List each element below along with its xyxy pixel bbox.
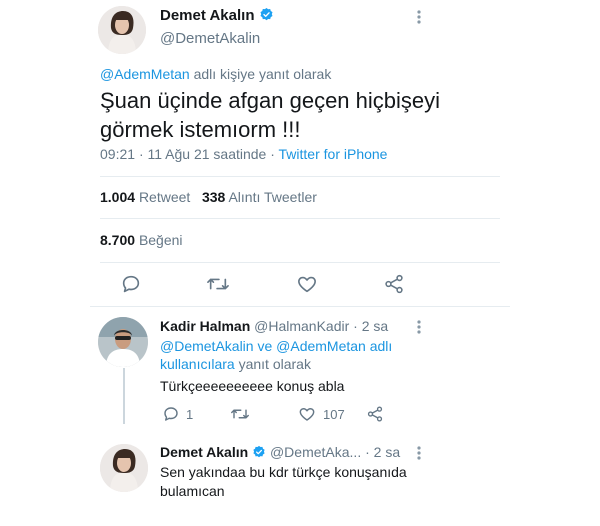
- tweet-source[interactable]: Twitter for iPhone: [279, 146, 388, 162]
- retweets-label: Retweet: [138, 189, 191, 205]
- reply-to-suffix: yanıt olarak: [238, 356, 311, 372]
- retweet-icon[interactable]: [206, 273, 230, 295]
- like-count: 107: [323, 407, 345, 422]
- like-icon[interactable]: [298, 405, 316, 423]
- reply-context: @DemetAkalin ve @AdemMetan adlı kullanıc…: [160, 337, 392, 373]
- share-icon[interactable]: [383, 273, 405, 295]
- more-icon[interactable]: [412, 8, 426, 26]
- tweet-text: Şuan üçinde afgan geçen hiçbişeyi görmek…: [100, 86, 440, 144]
- quotes-label: Alıntı Tweetler: [228, 189, 317, 205]
- reply-age[interactable]: · 2 sa: [353, 318, 388, 334]
- reply-icon[interactable]: [120, 273, 142, 295]
- verified-icon: [259, 7, 274, 26]
- likes-stat[interactable]: 8.700 Beğeni: [100, 232, 183, 248]
- more-icon[interactable]: [412, 318, 426, 336]
- tweet-meta: 09:21 · 11 Ağu 21 saatinde · Twitter for…: [100, 146, 387, 162]
- thread-line: [123, 368, 125, 424]
- share-icon[interactable]: [366, 405, 384, 423]
- avatar-image: [100, 444, 148, 492]
- reply-text: Sen yakındaa bu kdr türkçe konuşanıda bu…: [160, 463, 407, 501]
- reply-author-handle[interactable]: @DemetAka...: [270, 444, 361, 460]
- reply-icon[interactable]: [162, 405, 180, 423]
- verified-icon: [252, 445, 266, 462]
- likes-label: Beğeni: [138, 232, 183, 248]
- author-handle[interactable]: @DemetAkalin: [160, 30, 260, 47]
- avatar[interactable]: [98, 6, 146, 54]
- author-display-name[interactable]: Demet Akalın: [160, 7, 254, 24]
- tweet-text-line: görmek istemıorm !!!: [100, 117, 301, 142]
- reply-text: Türkçeeeeeeeeee konuş abla: [160, 378, 345, 394]
- retweets-stat[interactable]: 1.004 Retweet: [100, 189, 194, 205]
- retweet-icon[interactable]: [230, 405, 250, 423]
- reply-text-line: bulamıcan: [160, 483, 225, 499]
- divider: [100, 262, 500, 263]
- like-icon[interactable]: [296, 273, 318, 295]
- reply-header: Demet Akalın @DemetAka... · 2 sa: [160, 444, 400, 462]
- avatar[interactable]: [98, 317, 148, 367]
- quotes-count: 338: [201, 189, 226, 205]
- reply-author-handle[interactable]: @HalmanKadir: [254, 318, 349, 334]
- reply-author-name[interactable]: Kadir Halman: [160, 318, 250, 334]
- tweet-date[interactable]: · 11 Ağu 21 saatinde ·: [139, 146, 275, 162]
- reply-context: @AdemMetan adlı kişiye yanıt olarak: [100, 66, 331, 82]
- likes-count: 8.700: [100, 232, 136, 248]
- engagement-stats: 1.004 Retweet 338 Alıntı Tweetler: [100, 189, 317, 205]
- reply-header: Kadir Halman @HalmanKadir · 2 sa: [160, 318, 388, 334]
- more-icon[interactable]: [412, 444, 426, 462]
- avatar-image: [98, 6, 146, 54]
- reply-text-line: Sen yakındaa bu kdr türkçe konuşanıda: [160, 464, 407, 480]
- author-line: Demet Akalın: [160, 7, 274, 27]
- reply-to-mention[interactable]: @AdemMetan: [100, 66, 190, 82]
- tweet-text-line: Şuan üçinde afgan geçen hiçbişeyi: [100, 88, 441, 113]
- reply-count: 1: [186, 407, 194, 422]
- divider: [90, 306, 510, 307]
- reply-to-users-link[interactable]: kullanıcılara: [160, 356, 235, 372]
- reply-to-suffix: adlı kişiye yanıt olarak: [193, 66, 332, 82]
- reply-age[interactable]: · 2 sa: [365, 444, 400, 460]
- reply-to-mentions[interactable]: @DemetAkalin ve @AdemMetan adlı: [160, 337, 392, 355]
- quotes-stat[interactable]: 338 Alıntı Tweetler: [202, 189, 317, 205]
- divider: [100, 176, 500, 177]
- reply-author-name[interactable]: Demet Akalın: [160, 444, 248, 460]
- avatar-image: [98, 317, 148, 367]
- tweet-screenshot: Demet Akalın @DemetAkalin @AdemMetan adl…: [90, 0, 510, 526]
- avatar[interactable]: [100, 444, 148, 492]
- retweets-count: 1.004: [100, 189, 136, 205]
- divider: [100, 218, 500, 219]
- tweet-time[interactable]: 09:21: [100, 146, 135, 162]
